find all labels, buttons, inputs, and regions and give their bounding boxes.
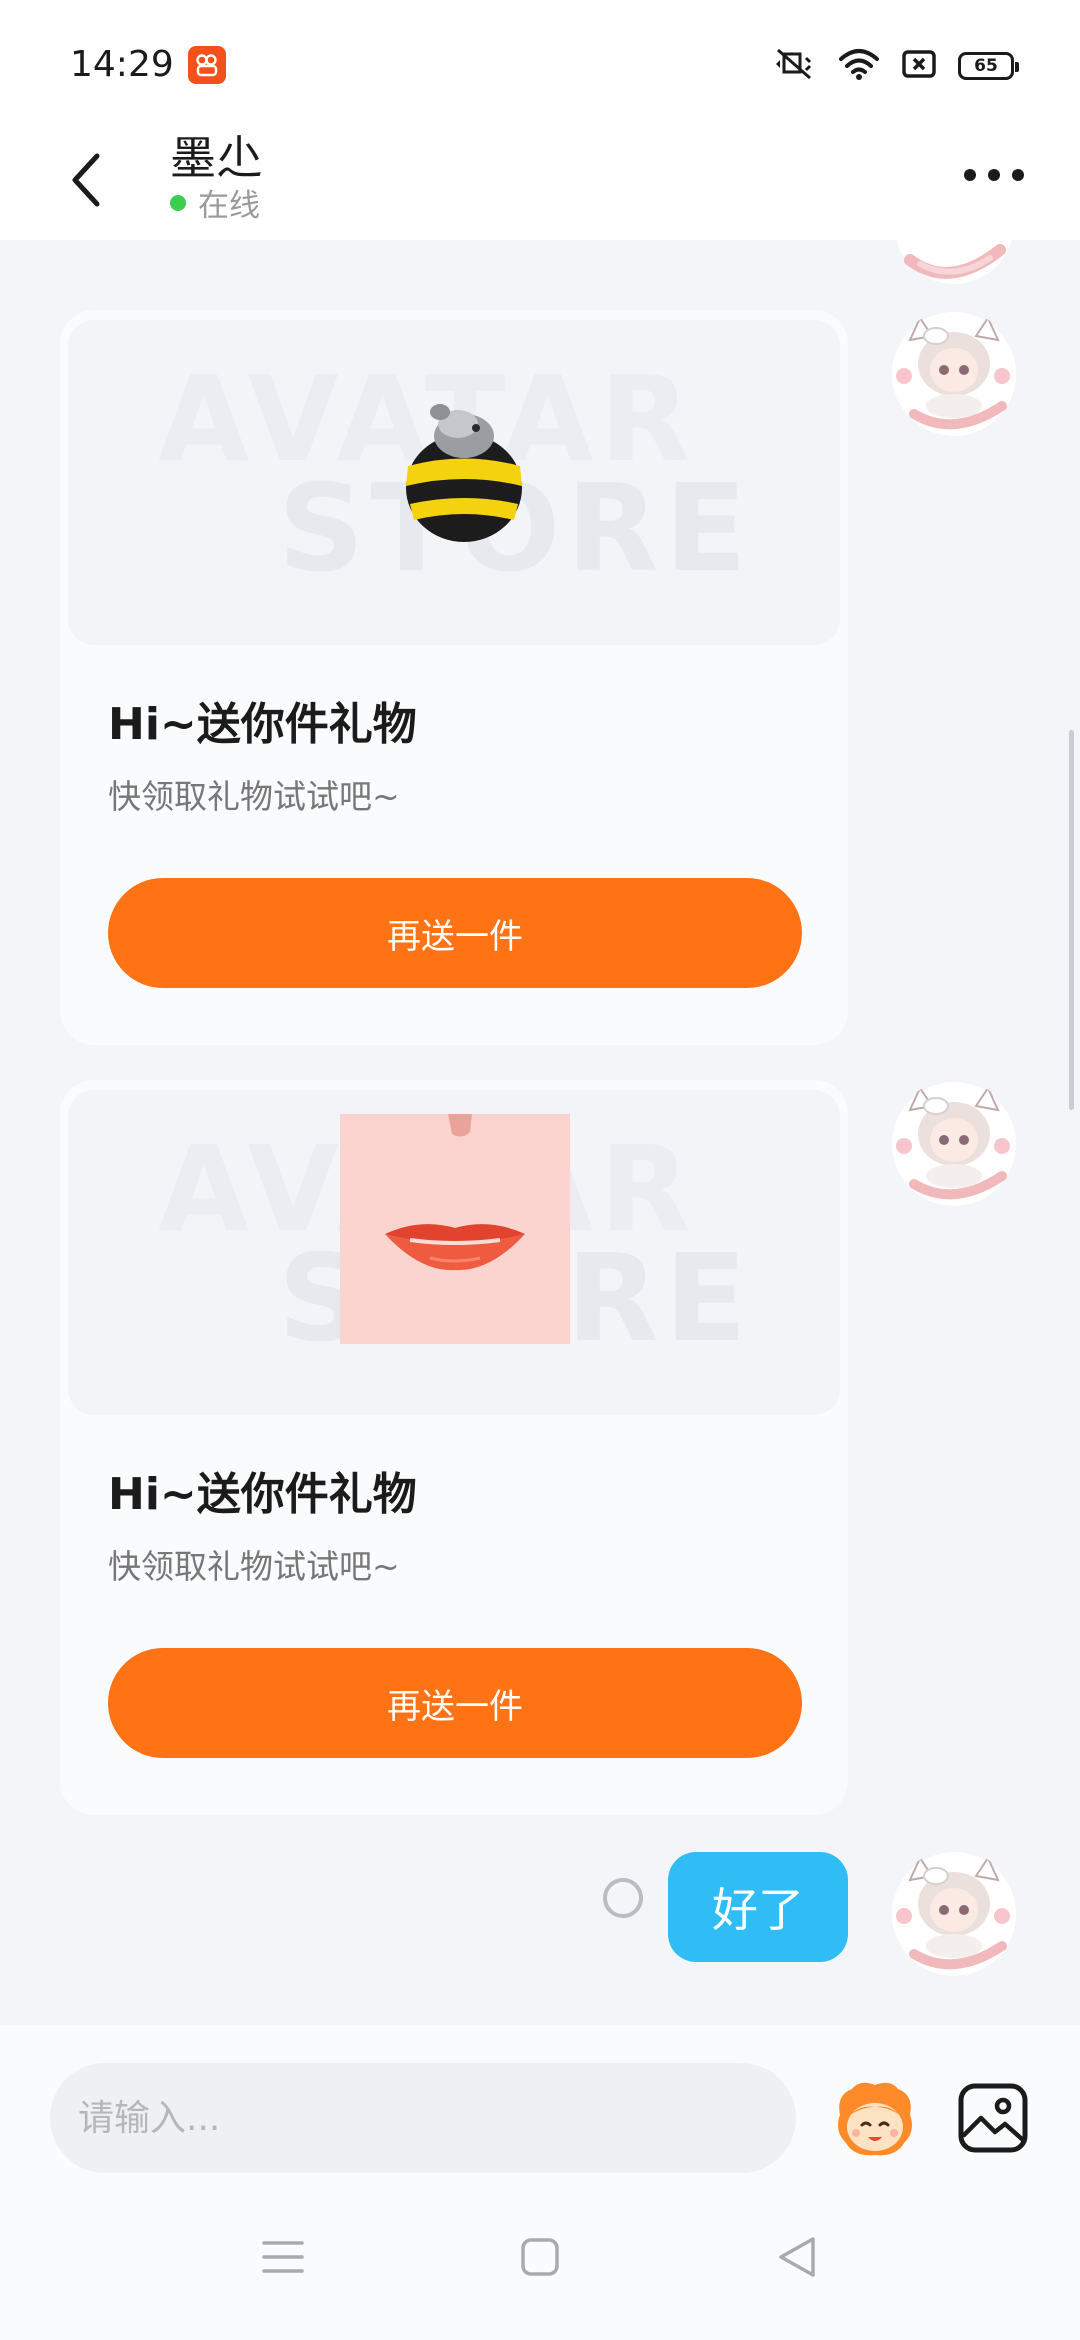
gift-subtitle: 快领取礼物试试吧~ xyxy=(108,777,400,816)
sim-off-icon xyxy=(902,49,936,83)
back-arrow-icon xyxy=(72,153,100,207)
menu-icon xyxy=(262,2241,304,2273)
avatar[interactable] xyxy=(890,1850,1018,1978)
status-time: 14:29 xyxy=(70,44,174,85)
home-icon xyxy=(521,2238,559,2276)
bee-gift-image xyxy=(406,404,522,542)
home-button[interactable] xyxy=(505,2222,575,2292)
gift-title: Hi~送你件礼物 xyxy=(108,1469,417,1520)
status-icons: 65 xyxy=(770,46,1019,86)
gift-title: Hi~送你件礼物 xyxy=(108,699,417,750)
back-button[interactable] xyxy=(56,140,116,220)
gift-preview[interactable]: AVATAR STORE xyxy=(68,320,840,645)
message-bubble[interactable]: 好了 xyxy=(668,1852,848,1962)
nav-back-button[interactable] xyxy=(762,2222,832,2292)
app-badge-icon xyxy=(188,46,226,84)
more-icon xyxy=(964,169,976,181)
image-button[interactable] xyxy=(955,2080,1031,2156)
gift-card[interactable]: AVATAR STORE Hi~送你件礼物 快领取礼物试试吧~ 再送一件 xyxy=(60,1080,848,1815)
emoji-sticker-icon xyxy=(838,2082,912,2156)
message-input[interactable] xyxy=(50,2063,796,2173)
menu-button[interactable] xyxy=(248,2222,318,2292)
online-status-text: 在线 xyxy=(198,188,260,224)
send-another-button[interactable]: 再送一件 xyxy=(108,878,802,988)
wifi-icon xyxy=(838,47,880,85)
scrollbar[interactable] xyxy=(1069,730,1074,1110)
avatar[interactable] xyxy=(890,310,1018,438)
chat-header: 墨尐 在线 xyxy=(0,128,1080,240)
more-button[interactable] xyxy=(964,150,1024,200)
image-icon xyxy=(958,2083,1028,2153)
status-bar: 14:29 65 xyxy=(0,0,1080,128)
sending-status-icon xyxy=(603,1878,643,1918)
avatar[interactable] xyxy=(890,240,1018,288)
emoji-button[interactable] xyxy=(830,2075,920,2165)
gift-subtitle: 快领取礼物试试吧~ xyxy=(108,1547,400,1586)
lips-gift-image xyxy=(340,1114,570,1344)
back-icon xyxy=(779,2237,815,2277)
contact-name[interactable]: 墨尐 xyxy=(170,122,262,188)
system-nav-bar xyxy=(0,2190,1080,2340)
input-bar xyxy=(0,2025,1080,2190)
battery-icon: 65 xyxy=(958,52,1019,80)
gift-card[interactable]: AVATAR STORE Hi~送你件礼物 快领取礼物试试吧~ 再送一件 xyxy=(60,310,848,1045)
chat-area[interactable]: AVATAR STORE Hi~送你件礼物 快领取礼物试试吧~ 再送一件 Hi~… xyxy=(0,240,1080,2025)
online-status: 在线 xyxy=(170,180,260,225)
send-another-button[interactable]: 再送一件 xyxy=(108,1648,802,1758)
gift-preview[interactable]: AVATAR STORE xyxy=(68,1090,840,1415)
mute-icon xyxy=(770,46,816,86)
online-dot-icon xyxy=(170,194,186,211)
avatar[interactable] xyxy=(890,1080,1018,1208)
